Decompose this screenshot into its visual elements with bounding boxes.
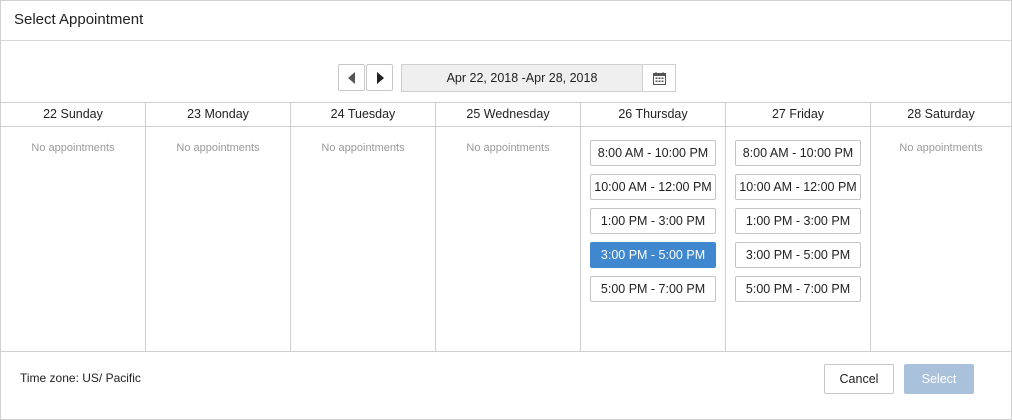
day-header: 23 Monday	[146, 103, 290, 127]
triangle-left-icon	[347, 71, 355, 84]
triangle-right-icon	[376, 71, 384, 84]
no-appointments-text: No appointments	[466, 142, 550, 154]
day-column: 27 Friday 8:00 AM - 10:00 PM 10:00 AM - 12…	[726, 103, 871, 351]
select-button[interactable]: Select	[904, 364, 974, 394]
time-slot-list: 8:00 AM - 10:00 PM 10:00 AM - 12:00 PM 1:0…	[726, 127, 870, 310]
day-column: 25 Wednesday No appointments	[436, 103, 581, 351]
calendar-icon	[652, 71, 666, 85]
no-appointments-text: No appointments	[899, 142, 983, 154]
day-column: 23 Monday No appointments	[146, 103, 291, 351]
day-column: 24 Tuesday No appointments	[291, 103, 436, 351]
dialog-header: Select Appointment	[1, 1, 1011, 41]
time-slot-button[interactable]: 10:00 AM - 12:00 PM	[590, 174, 716, 200]
no-appointments-text: No appointments	[321, 142, 405, 154]
time-slot-button[interactable]: 5:00 PM - 7:00 PM	[590, 276, 716, 302]
time-slot-button[interactable]: 1:00 PM - 3:00 PM	[590, 208, 716, 234]
time-slot-button-selected[interactable]: 3:00 PM - 5:00 PM	[590, 242, 716, 268]
previous-week-button[interactable]	[338, 64, 365, 91]
day-header: 22 Sunday	[1, 103, 145, 127]
time-slot-button[interactable]: 8:00 AM - 10:00 PM	[735, 140, 861, 166]
select-appointment-dialog: Select Appointment Apr 22, 2018 -Apr 28,…	[0, 0, 1012, 420]
day-header: 25 Wednesday	[436, 103, 580, 127]
no-appointments-text: No appointments	[31, 142, 115, 154]
calendar-button[interactable]	[643, 64, 676, 92]
time-slot-button[interactable]: 10:00 AM - 12:00 PM	[735, 174, 861, 200]
time-slot-button[interactable]: 5:00 PM - 7:00 PM	[735, 276, 861, 302]
day-column: 26 Thursday 8:00 AM - 10:00 PM 10:00 AM - …	[581, 103, 726, 351]
day-header: 28 Saturday	[871, 103, 1011, 127]
day-header: 27 Friday	[726, 103, 870, 127]
day-header: 26 Thursday	[581, 103, 725, 127]
no-appointments-text: No appointments	[176, 142, 260, 154]
day-column: 28 Saturday No appointments	[871, 103, 1011, 351]
week-navigation: Apr 22, 2018 -Apr 28, 2018	[1, 64, 1011, 93]
cancel-button[interactable]: Cancel	[824, 364, 894, 394]
time-slot-button[interactable]: 3:00 PM - 5:00 PM	[735, 242, 861, 268]
week-grid: 22 Sunday No appointments 23 Monday No appo…	[1, 102, 1011, 352]
time-slot-button[interactable]: 1:00 PM - 3:00 PM	[735, 208, 861, 234]
day-header: 24 Tuesday	[291, 103, 435, 127]
day-column: 22 Sunday No appointments	[1, 103, 146, 351]
time-slot-list: 8:00 AM - 10:00 PM 10:00 AM - 12:00 PM 1:0…	[581, 127, 725, 310]
next-week-button[interactable]	[366, 64, 393, 91]
date-range-display: Apr 22, 2018 -Apr 28, 2018	[401, 64, 643, 92]
timezone-label: Time zone: US/ Pacific	[20, 371, 141, 385]
dialog-title: Select Appointment	[14, 10, 144, 28]
time-slot-button[interactable]: 8:00 AM - 10:00 PM	[590, 140, 716, 166]
